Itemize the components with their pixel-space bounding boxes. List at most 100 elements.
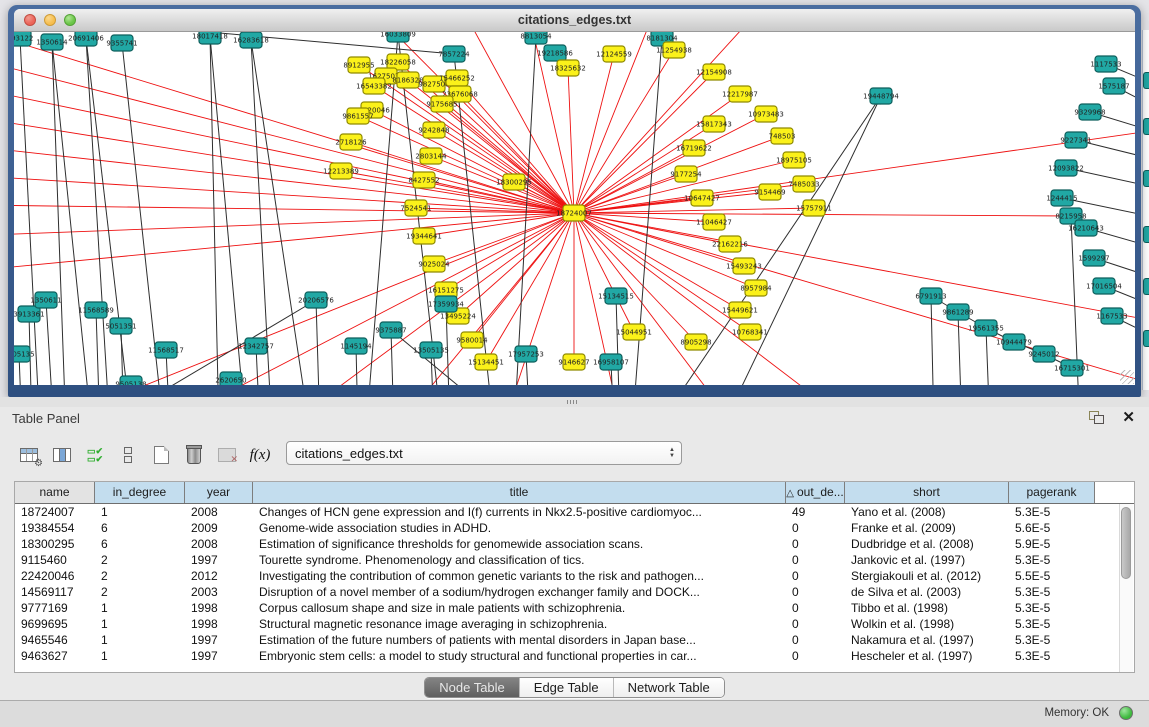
table-selector-dropdown[interactable]: citations_edges.txt ▲▼ xyxy=(286,441,682,465)
network-node[interactable]: 9355741 xyxy=(106,35,137,51)
network-node[interactable]: 20691406 xyxy=(68,32,104,46)
network-node[interactable]: 8912955 xyxy=(343,57,374,73)
network-node[interactable]: 12154908 xyxy=(696,64,732,80)
memory-ok-indicator[interactable] xyxy=(1119,706,1133,720)
network-node[interactable]: 9177254 xyxy=(670,166,702,182)
network-canvas[interactable]: 3931221350614206914069355741180174181628… xyxy=(14,32,1135,385)
table-row[interactable]: 969969511998Structural magnetic resonanc… xyxy=(15,616,1134,632)
tab-edge-table[interactable]: Edge Table xyxy=(520,678,614,697)
network-node[interactable]: 2620650 xyxy=(215,372,246,385)
network-node[interactable]: 1145194 xyxy=(340,338,372,354)
network-node[interactable]: 8957984 xyxy=(740,280,772,296)
network-node[interactable]: 11568589 xyxy=(78,302,114,318)
network-node[interactable]: 16715301 xyxy=(1054,360,1090,376)
table-row[interactable]: 946362711997Embryonic stem cells: a mode… xyxy=(15,648,1134,664)
network-node[interactable]: 9245012 xyxy=(1028,346,1059,362)
network-node[interactable]: 9861289 xyxy=(942,304,973,320)
network-node[interactable]: 20206576 xyxy=(298,292,334,308)
zoom-window-icon[interactable] xyxy=(64,14,76,26)
network-node[interactable]: 8905298 xyxy=(680,334,711,350)
network-node[interactable]: 7485033 xyxy=(788,176,819,192)
network-node[interactable]: 9505135 xyxy=(14,346,35,362)
table-row[interactable]: 911546021997Tourette syndrome. Phenomeno… xyxy=(15,552,1134,568)
delete-column-button[interactable] xyxy=(179,441,209,469)
network-node[interactable]: 1599297 xyxy=(1078,250,1109,266)
column-header-out-de-[interactable]: △out_de... xyxy=(786,482,845,503)
column-checklist-button[interactable]: ▭✔▭✔ xyxy=(80,441,110,469)
table-row[interactable]: 2242004622012Investigating the contribut… xyxy=(15,568,1134,584)
network-node[interactable]: 10973483 xyxy=(748,106,784,122)
network-node[interactable]: 10944479 xyxy=(996,334,1032,350)
network-node[interactable]: 12342757 xyxy=(238,338,274,354)
network-node[interactable]: 9580014 xyxy=(456,332,488,348)
network-node[interactable]: 7524541 xyxy=(400,200,431,216)
float-window-icon[interactable] xyxy=(1089,411,1105,425)
column-header-year[interactable]: year xyxy=(185,482,253,503)
network-node[interactable]: 1575187 xyxy=(1098,78,1129,94)
network-node[interactable]: 17957253 xyxy=(508,346,544,362)
network-node[interactable]: 15449621 xyxy=(722,302,758,318)
network-node[interactable]: 18975105 xyxy=(776,152,812,168)
row-boxes-button[interactable] xyxy=(113,441,143,469)
network-node[interactable]: 15134451 xyxy=(468,354,504,370)
column-header-pagerank[interactable]: pagerank xyxy=(1009,482,1095,503)
network-window-titlebar[interactable]: citations_edges.txt xyxy=(14,9,1135,32)
table-row[interactable]: 1456911722003Disruption of a novel membe… xyxy=(15,584,1134,600)
function-builder-button[interactable]: f(x) xyxy=(245,441,275,469)
network-node[interactable]: 1167533 xyxy=(1096,308,1127,324)
network-node[interactable]: 2803144 xyxy=(415,148,447,164)
column-header-short[interactable]: short xyxy=(845,482,1009,503)
network-node[interactable]: 13505135 xyxy=(413,342,449,358)
network-node[interactable]: 748503 xyxy=(769,128,796,144)
network-node[interactable]: 6791913 xyxy=(915,288,946,304)
network-node[interactable]: 19448794 xyxy=(863,88,899,104)
network-node[interactable]: 9175685 xyxy=(426,96,457,112)
divider-grip-icon[interactable] xyxy=(567,400,579,404)
table-row[interactable]: 1938455462009Genome-wide association stu… xyxy=(15,520,1134,536)
network-node[interactable]: 9329968 xyxy=(1074,104,1105,120)
table-row[interactable]: 1830029562008Estimation of significance … xyxy=(15,536,1134,552)
network-node[interactable]: 393122 xyxy=(14,32,33,46)
network-node[interactable]: 9375887 xyxy=(375,322,406,338)
network-node[interactable]: 19561355 xyxy=(968,320,1004,336)
network-node[interactable]: 18325632 xyxy=(550,60,586,76)
network-node[interactable]: 15134515 xyxy=(598,288,634,304)
column-header-title[interactable]: title xyxy=(253,482,786,503)
network-node[interactable]: 5051351 xyxy=(105,318,136,334)
table-settings-button[interactable]: ⚙ xyxy=(14,441,44,469)
network-node[interactable]: 8813054 xyxy=(520,32,552,44)
network-node[interactable]: 16033809 xyxy=(380,32,416,42)
minimize-window-icon[interactable] xyxy=(44,14,56,26)
table-row[interactable]: 1872400712008Changes of HCN gene express… xyxy=(15,504,1134,520)
tab-network-table[interactable]: Network Table xyxy=(614,678,724,697)
column-header-name[interactable]: name xyxy=(15,482,95,503)
close-window-icon[interactable] xyxy=(24,14,36,26)
table-row[interactable]: 946554611997Estimation of the future num… xyxy=(15,632,1134,648)
network-node[interactable]: 11046427 xyxy=(696,214,732,230)
network-node[interactable]: 9861557 xyxy=(342,108,373,124)
network-node[interactable]: 12124559 xyxy=(596,46,632,62)
network-node[interactable]: 15044951 xyxy=(616,324,652,340)
network-node[interactable]: 2718126 xyxy=(335,134,367,150)
column-header-in-degree[interactable]: in_degree xyxy=(95,482,185,503)
vertical-scrollbar[interactable] xyxy=(1119,504,1133,672)
network-node[interactable]: 1350614 xyxy=(36,34,68,50)
network-node[interactable]: 9154469 xyxy=(754,184,785,200)
network-node[interactable]: 8427552 xyxy=(408,172,439,188)
network-node[interactable]: 9242848 xyxy=(418,122,449,138)
network-node[interactable]: 1244415 xyxy=(1046,190,1077,206)
network-node[interactable]: 9227341 xyxy=(1060,132,1091,148)
show-column-button[interactable] xyxy=(47,441,77,469)
window-resize-grip[interactable] xyxy=(1120,370,1134,384)
network-node[interactable]: 22162216 xyxy=(712,236,748,252)
network-node[interactable]: 19218586 xyxy=(537,45,573,61)
network-node[interactable]: 1350611 xyxy=(30,292,61,308)
network-node[interactable]: 7857224 xyxy=(438,46,470,62)
network-node[interactable]: 11568517 xyxy=(148,342,184,358)
network-node[interactable]: 18017418 xyxy=(192,32,228,44)
network-node[interactable]: 16719622 xyxy=(676,140,712,156)
create-column-button[interactable] xyxy=(146,441,176,469)
network-node[interactable]: 12217987 xyxy=(722,86,758,102)
panel-divider[interactable] xyxy=(0,397,1149,407)
network-node[interactable]: 9025024 xyxy=(418,256,450,272)
